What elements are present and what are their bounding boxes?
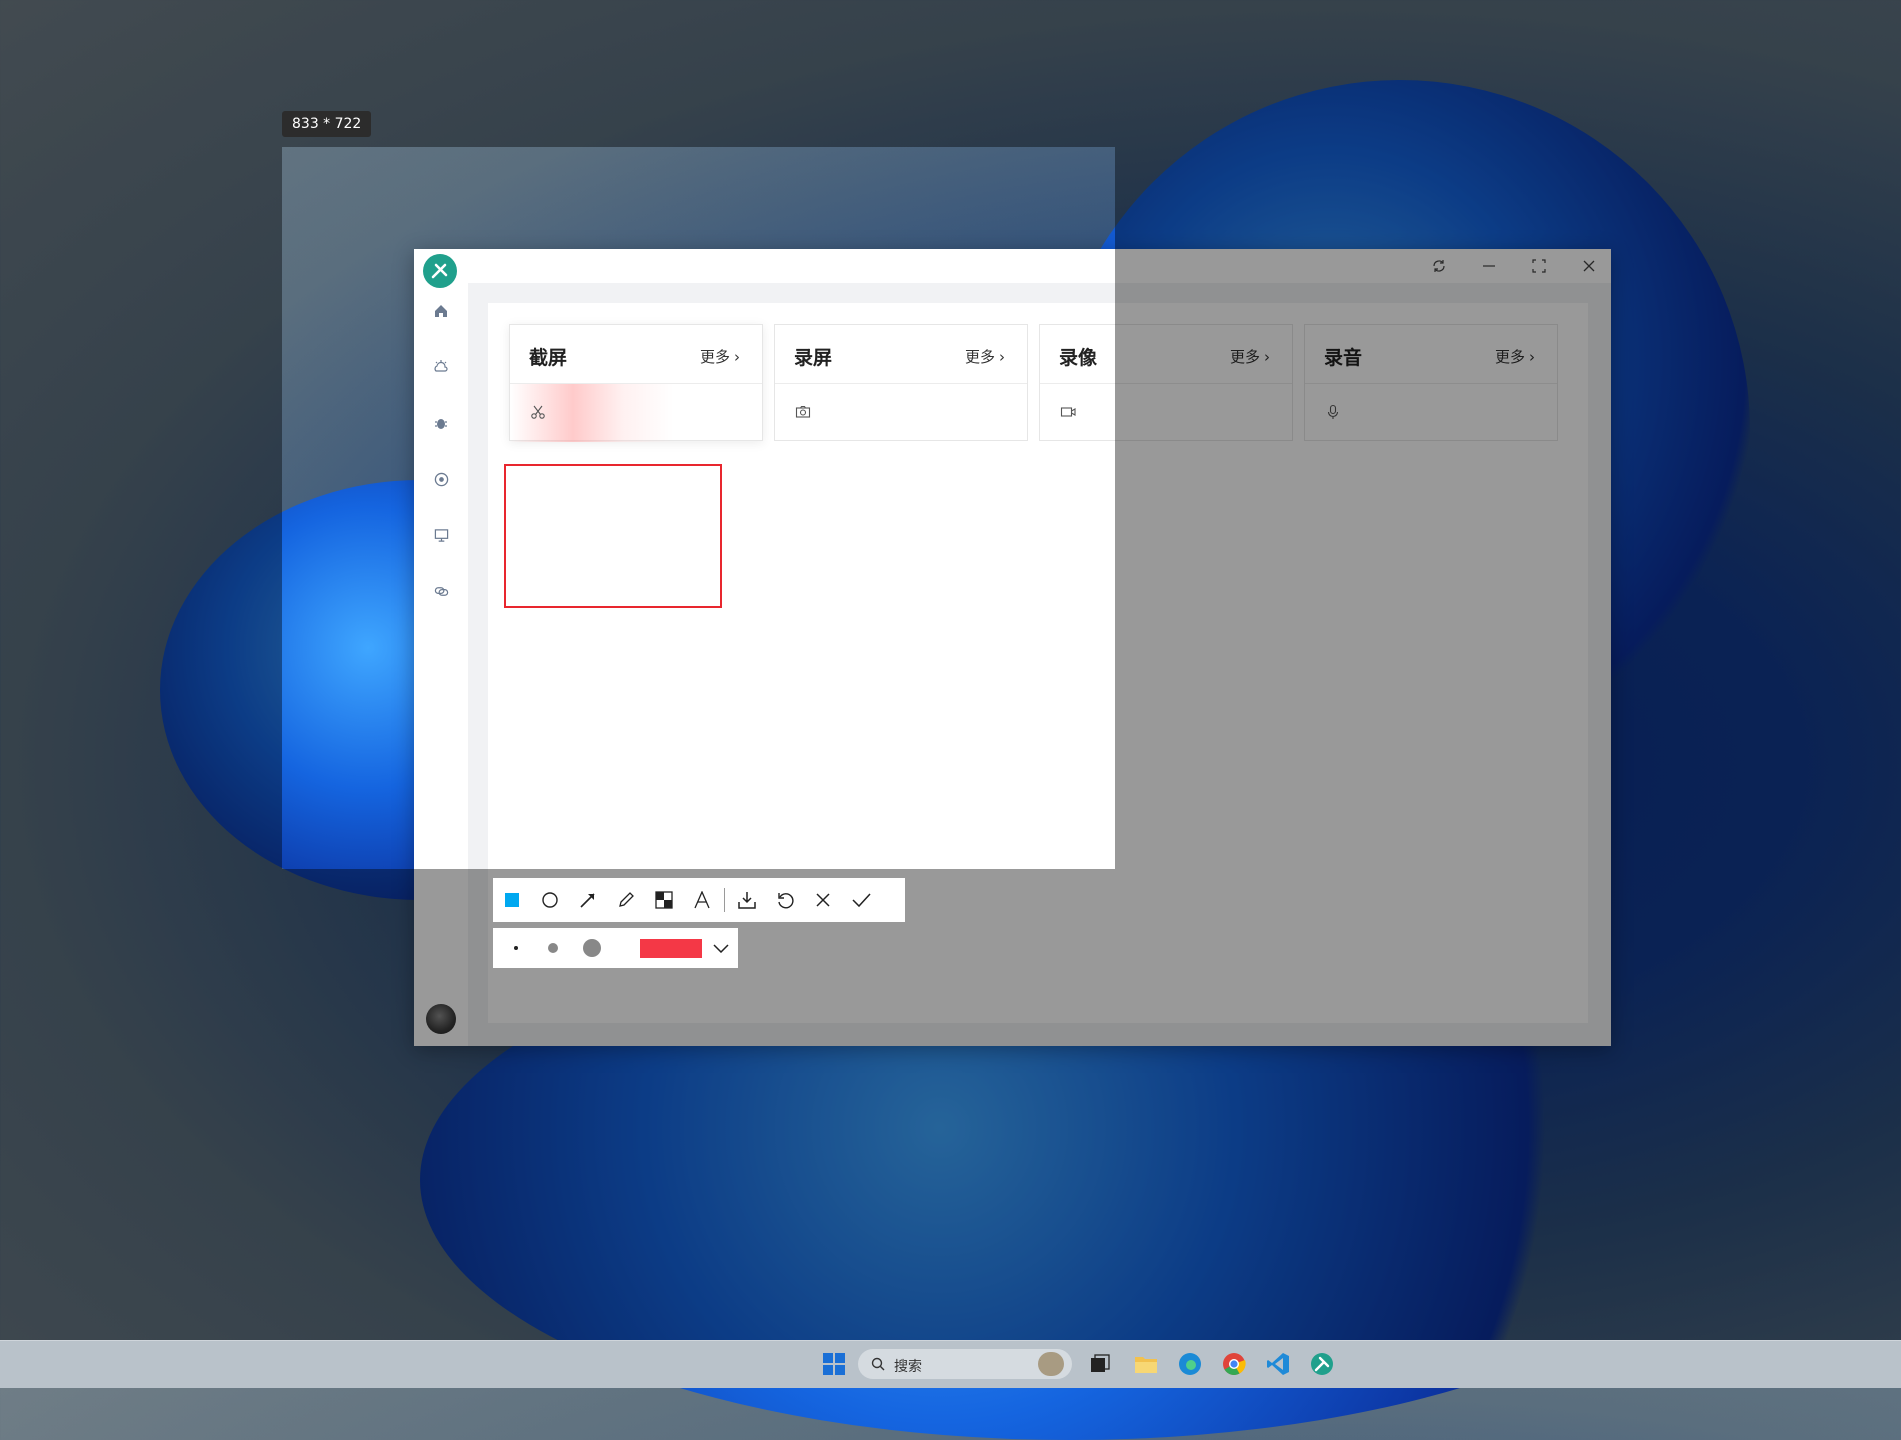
arrow-icon[interactable] — [569, 878, 607, 922]
chevron-right-icon: › — [999, 348, 1005, 366]
file-explorer-icon[interactable] — [1133, 1351, 1159, 1377]
selection-mask — [0, 869, 1901, 1387]
taskbar-search[interactable]: 搜索 — [858, 1349, 1072, 1379]
selection-mask — [0, 147, 282, 869]
bug-icon[interactable] — [430, 412, 452, 434]
pencil-icon[interactable] — [607, 878, 645, 922]
text-icon[interactable] — [683, 878, 721, 922]
card-screenshot[interactable]: 截屏 更多 › — [509, 324, 763, 442]
download-icon[interactable] — [728, 878, 766, 922]
more-link[interactable]: 更多 › — [965, 346, 1005, 367]
stroke-size-large[interactable] — [583, 939, 601, 957]
start-icon[interactable] — [821, 1351, 847, 1377]
ellipse-icon[interactable] — [531, 878, 569, 922]
drawn-rectangle[interactable] — [504, 464, 722, 608]
toolbox-app-icon[interactable] — [1309, 1351, 1335, 1377]
color-swatch[interactable] — [640, 939, 702, 958]
confirm-icon[interactable] — [842, 878, 880, 922]
weather-icon[interactable] — [430, 356, 452, 378]
cancel-icon[interactable] — [804, 878, 842, 922]
camera-icon[interactable] — [795, 404, 811, 420]
undo-icon[interactable] — [766, 878, 804, 922]
task-view-icon[interactable] — [1087, 1351, 1113, 1377]
stroke-size-medium[interactable] — [548, 943, 558, 953]
chevron-right-icon: › — [734, 348, 740, 366]
vscode-icon[interactable] — [1265, 1351, 1291, 1377]
selection-size-label: 833 * 722 — [282, 111, 372, 137]
link-icon[interactable] — [430, 580, 452, 602]
more-link[interactable]: 更多 › — [700, 346, 740, 367]
taskbar: 搜索 — [0, 1340, 1901, 1388]
monitor-icon[interactable] — [430, 524, 452, 546]
search-highlight-icon — [1038, 1352, 1064, 1376]
home-icon[interactable] — [430, 300, 452, 322]
search-icon — [871, 1357, 885, 1371]
chrome-browser-icon[interactable] — [1221, 1351, 1247, 1377]
card-title: 录像 — [1059, 347, 1098, 369]
chevron-down-icon[interactable] — [711, 938, 731, 958]
card-title: 截屏 — [529, 347, 568, 369]
chrome-icon[interactable] — [430, 468, 452, 490]
video-icon[interactable] — [1060, 404, 1076, 420]
annotation-toolbar — [493, 878, 905, 922]
stroke-size-small[interactable] — [514, 946, 518, 950]
toolbar-divider — [724, 888, 725, 912]
selection-mask — [1115, 147, 1901, 869]
search-placeholder: 搜索 — [894, 1359, 922, 1375]
mosaic-icon[interactable] — [645, 878, 683, 922]
edge-icon[interactable] — [1177, 1351, 1203, 1377]
card-title: 录屏 — [794, 347, 833, 369]
card-screen-record[interactable]: 录屏 更多 › — [774, 324, 1028, 441]
scissors-icon[interactable] — [530, 404, 546, 420]
rectangle-icon[interactable] — [493, 878, 531, 922]
annotation-options-bar — [493, 928, 738, 968]
